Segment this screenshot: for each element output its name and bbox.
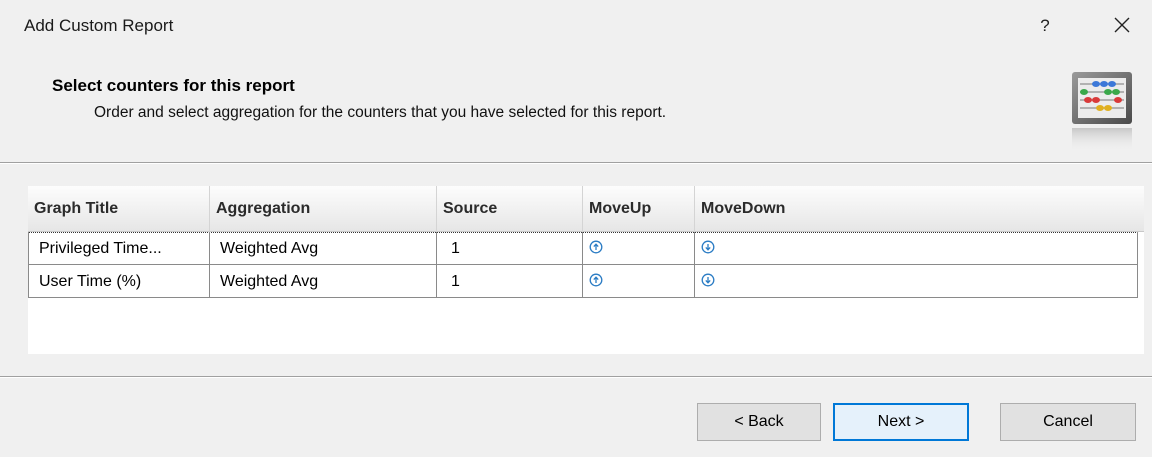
cell-movedown <box>695 265 1138 298</box>
cell-aggregation[interactable]: Weighted Avg <box>210 232 437 265</box>
cell-aggregation[interactable]: Weighted Avg <box>210 265 437 298</box>
column-header-aggregation[interactable]: Aggregation <box>210 186 437 232</box>
table-row[interactable]: User Time (%) Weighted Avg 1 <box>28 265 1138 298</box>
header-divider-highlight <box>0 163 1152 164</box>
add-custom-report-dialog: Add Custom Report ? Select counters for … <box>0 0 1152 457</box>
grid-header: Graph Title Aggregation Source MoveUp Mo… <box>28 186 1144 232</box>
help-button[interactable]: ? <box>1030 12 1060 40</box>
back-button[interactable]: < Back <box>697 403 821 441</box>
page-subtitle: Order and select aggregation for the cou… <box>94 104 667 121</box>
column-header-source[interactable]: Source <box>437 186 583 232</box>
next-button[interactable]: Next > <box>833 403 969 441</box>
table-row[interactable]: Privileged Time... Weighted Avg 1 <box>28 232 1138 265</box>
title-bar: Add Custom Report ? <box>0 0 1152 52</box>
cell-moveup <box>583 265 695 298</box>
arrow-down-circle-icon[interactable] <box>701 273 715 287</box>
close-button[interactable] <box>1104 10 1140 40</box>
arrow-up-circle-icon[interactable] <box>589 273 603 287</box>
cell-graph-title[interactable]: Privileged Time... <box>28 232 210 265</box>
cell-source[interactable]: 1 <box>437 265 583 298</box>
arrow-down-circle-icon[interactable] <box>701 240 715 254</box>
column-header-graph-title[interactable]: Graph Title <box>28 186 210 232</box>
abacus-icon <box>1070 70 1136 156</box>
close-icon <box>1114 17 1130 33</box>
column-header-moveup[interactable]: MoveUp <box>583 186 695 232</box>
arrow-up-circle-icon[interactable] <box>589 240 603 254</box>
cell-movedown <box>695 232 1138 265</box>
cell-moveup <box>583 232 695 265</box>
wizard-footer: < Back Next > Cancel <box>0 378 1152 457</box>
wizard-header: Select counters for this report Order an… <box>0 52 1152 162</box>
page-title: Select counters for this report <box>52 76 295 95</box>
cell-source[interactable]: 1 <box>437 232 583 265</box>
cell-graph-title[interactable]: User Time (%) <box>28 265 210 298</box>
column-header-movedown[interactable]: MoveDown <box>695 186 1144 232</box>
counters-grid: Graph Title Aggregation Source MoveUp Mo… <box>28 186 1144 354</box>
cancel-button[interactable]: Cancel <box>1000 403 1136 441</box>
window-title: Add Custom Report <box>24 16 174 35</box>
